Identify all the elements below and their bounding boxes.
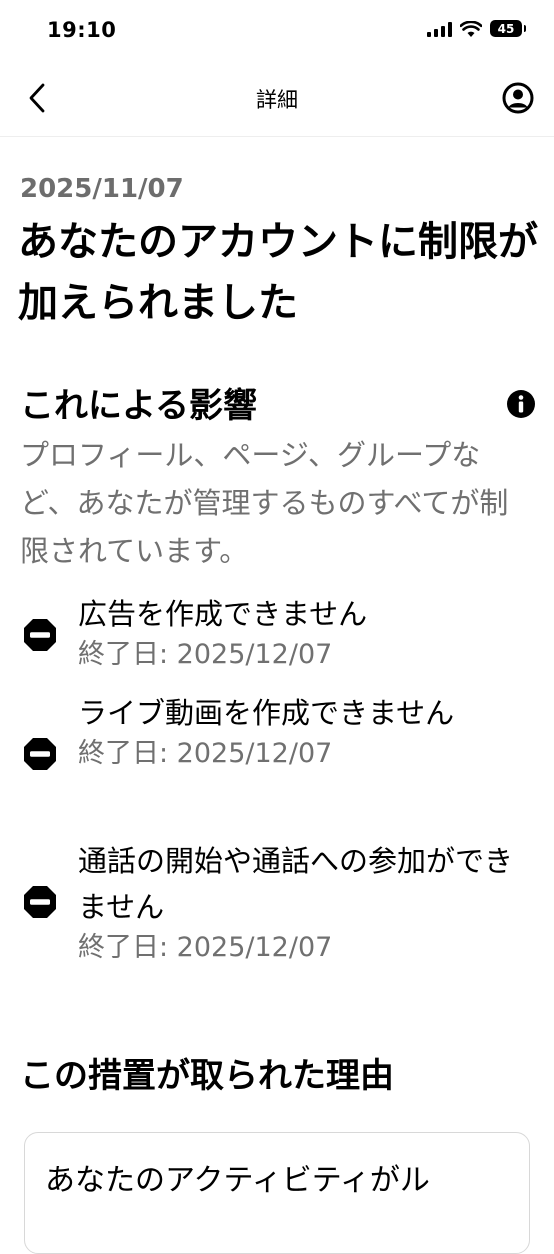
restriction-title: 通話の開始や通話への参加ができません [78,844,514,924]
battery-icon: 45 [490,20,526,37]
restriction-item: ライブ動画を作成できません 終了日: 2025/12/07 [20,690,540,820]
restriction-item: 通話の開始や通話への参加ができません 終了日: 2025/12/07 [20,838,540,968]
battery-level: 45 [497,21,515,36]
status-time: 19:10 [47,18,117,42]
status-icons: 45 [427,20,526,37]
info-button[interactable] [506,389,536,419]
no-entry-icon [24,619,56,651]
status-bar: 19:10 45 [0,0,554,60]
nav-bar: 詳細 [0,60,554,137]
profile-icon [502,82,534,114]
restriction-end-date: 終了日: 2025/12/07 [78,738,333,769]
page-title: あなたのアカウントに制限が加えられました [18,219,538,326]
info-icon [507,390,535,418]
notice-date: 2025/11/07 [20,174,184,204]
reason-card[interactable]: あなたのアクティビティがル [24,1132,530,1254]
reason-heading: この措置が取られた理由 [20,1056,394,1096]
no-entry-icon [24,738,56,770]
impact-description: プロフィール、ページ、グループなど、あなたが管理するものすべてが制限されています… [20,438,509,568]
profile-button[interactable] [502,82,534,114]
no-entry-icon [24,886,56,918]
restriction-end-date: 終了日: 2025/12/07 [78,932,333,963]
impact-heading: これによる影響 [20,386,257,426]
reason-card-text: あなたのアクティビティがル [45,1163,430,1198]
restriction-end-date: 終了日: 2025/12/07 [78,639,333,670]
restriction-title: 広告を作成できません [78,597,368,631]
cellular-signal-icon [427,21,452,37]
restriction-title: ライブ動画を作成できません [78,696,455,730]
wifi-icon [460,20,482,37]
nav-title: 詳細 [256,88,298,112]
restriction-item: 広告を作成できません 終了日: 2025/12/07 [20,595,540,679]
